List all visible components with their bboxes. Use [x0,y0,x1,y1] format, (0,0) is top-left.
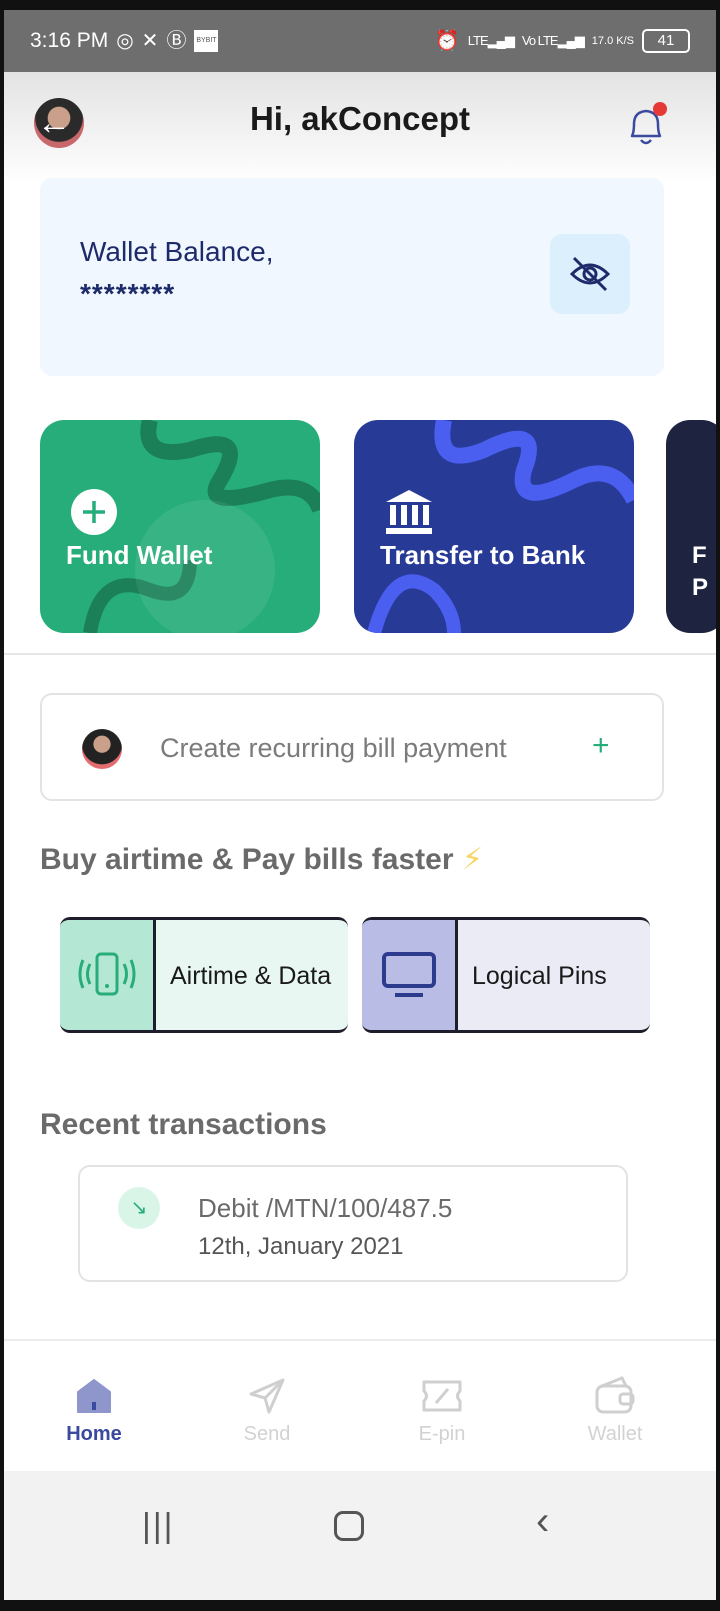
signal-1: LTE▂▄▆ [467,33,515,48]
monitor-icon [381,952,436,997]
tile-icon-box [362,920,458,1030]
nav-wallet-label: Wallet [587,1423,643,1445]
fund-wallet-label: Fund Wallet [66,540,213,570]
quick-actions: Fund Wallet Transfer to Bank F P [4,420,716,635]
status-left: 3:16 PM ◎ ✕ Ⓑ BYBIT [30,29,219,53]
nav-home-label: Home [66,1423,122,1445]
third-action-card[interactable]: F P [666,420,716,633]
phone-vibrate-icon [78,952,135,996]
transaction-item[interactable]: ↘ Debit /MTN/100/487.5 12th, January 202… [78,1165,628,1282]
tile-icon-box [60,920,156,1030]
b-icon: Ⓑ [166,30,187,52]
logical-pins-label: Logical Pins [472,962,607,990]
transaction-title: Debit /MTN/100/487.5 [198,1193,453,1223]
recent-apps-icon[interactable]: ||| [142,1507,175,1546]
nav-send-label: Send [243,1423,291,1445]
alarm-icon: ⏰ [434,30,460,52]
greeting-title: Hi, akConcept [249,100,471,137]
notification-bell-icon[interactable] [624,102,668,148]
avatar [82,729,122,769]
fund-wallet-card[interactable]: Fund Wallet [40,420,320,633]
nav-send[interactable]: Send [207,1375,327,1446]
bottom-nav: Home Send E-pin Wallet [4,1341,716,1471]
nav-wallet[interactable]: Wallet [555,1375,675,1446]
create-recurring-bill-button[interactable]: Create recurring bill payment + [40,693,664,801]
back-icon[interactable]: ‹ [536,1499,549,1544]
whatsapp-icon: ◎ [116,30,134,52]
x-icon: ✕ [141,30,159,52]
debit-arrow-icon: ↘ [118,1187,160,1229]
lightning-icon: ⚡ [461,843,483,876]
home-icon [77,1379,111,1413]
battery-icon: 41 [642,29,690,53]
app-header: ← Hi, akConcept [4,72,716,184]
bank-icon [386,490,432,534]
network-label: LTE [467,33,489,48]
wallet-icon [595,1376,635,1414]
send-icon [249,1378,285,1414]
transfer-to-bank-label: Transfer to Bank [380,540,586,570]
status-right: ⏰ LTE▂▄▆ Vo LTE▂▄▆ 17.0 K/S 41 [435,29,690,53]
plus-icon: + [592,729,610,762]
transfer-to-bank-card[interactable]: Transfer to Bank [354,420,634,633]
wallet-balance-amount: ******** [80,278,176,309]
home-button-icon[interactable] [334,1511,364,1541]
plus-circle-icon [71,489,117,535]
divider [4,653,716,655]
app-screen: 3:16 PM ◎ ✕ Ⓑ BYBIT ⏰ LTE▂▄▆ Vo LTE▂▄▆ 1… [4,10,716,1600]
nav-home[interactable]: Home [34,1375,154,1446]
bybit-icon: BYBIT [194,30,219,52]
airtime-data-tile[interactable]: Airtime & Data [60,917,348,1033]
bills-title-text: Buy airtime & Pay bills faster [40,843,454,876]
status-time: 3:16 PM [30,29,109,52]
notification-dot [653,102,667,116]
transaction-date: 12th, January 2021 [198,1233,404,1260]
system-nav-bar: ||| ‹ [4,1471,716,1600]
wallet-balance-card: Wallet Balance, ******** [40,178,664,376]
hide-balance-button[interactable] [550,234,630,314]
recent-transactions-title: Recent transactions [40,1108,327,1141]
logical-pins-tile[interactable]: Logical Pins [362,917,650,1033]
wallet-balance-label: Wallet Balance, [80,236,274,267]
ticket-icon [422,1380,462,1412]
nav-epin[interactable]: E-pin [382,1375,502,1446]
eye-off-icon [569,256,611,292]
airtime-data-label: Airtime & Data [170,962,332,990]
recurring-bill-label: Create recurring bill payment [160,733,507,763]
bills-section-title: Buy airtime & Pay bills faster ⚡ [40,842,483,877]
network2-label: Vo LTE [521,33,559,48]
nav-epin-label: E-pin [418,1423,466,1445]
signal-2: Vo LTE▂▄▆ [521,33,585,48]
third-action-label: F P [692,542,709,601]
network-speed: 17.0 K/S [591,34,634,47]
status-bar: 3:16 PM ◎ ✕ Ⓑ BYBIT ⏰ LTE▂▄▆ Vo LTE▂▄▆ 1… [4,10,716,72]
